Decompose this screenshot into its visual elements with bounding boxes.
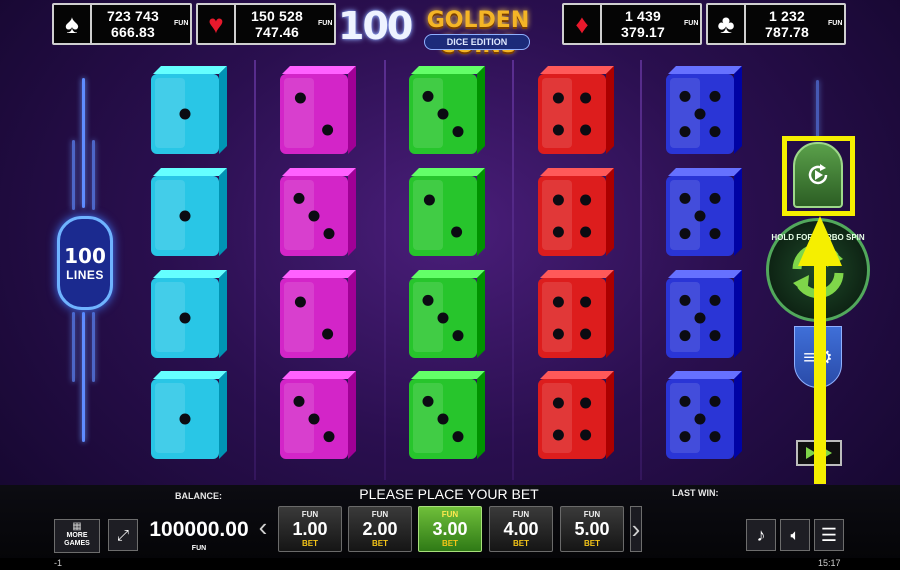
highlight-box bbox=[782, 136, 855, 216]
hamburger-icon: ☰ bbox=[820, 524, 838, 545]
die-face-2 bbox=[278, 270, 364, 360]
annotation-arrow-shaft bbox=[814, 262, 826, 484]
jackpot-spade: ♠ 723 743 666.83 FUN bbox=[52, 3, 192, 45]
die-face-1 bbox=[149, 168, 235, 258]
die-face-3 bbox=[407, 66, 493, 156]
music-note-icon: ♪ bbox=[756, 524, 766, 545]
bet-value: 4.00 bbox=[503, 519, 539, 539]
bet-button-2[interactable]: FUN 2.00 BET bbox=[348, 506, 412, 552]
die-face-3 bbox=[278, 371, 364, 461]
jackpot-club: ♣ 1 232 787.78 FUN bbox=[706, 3, 846, 45]
diamond-icon: ♦ bbox=[564, 5, 602, 43]
bet-label: BET bbox=[372, 539, 388, 548]
jackpot-value: 1 232 787.78 bbox=[764, 8, 810, 40]
fullscreen-icon: ⤢ bbox=[116, 526, 129, 544]
status-time: 15:17 bbox=[818, 558, 841, 568]
bet-fun: FUN bbox=[301, 510, 319, 519]
die-face-4 bbox=[536, 66, 622, 156]
jackpot-diamond: ♦ 1 439 379.17 FUN bbox=[562, 3, 702, 45]
balance-unit: FUN bbox=[191, 545, 207, 552]
die-face-1 bbox=[149, 66, 235, 156]
jackpot-value: 1 439 379.17 bbox=[620, 8, 666, 40]
more-games-button[interactable]: ▦ MORE GAMES bbox=[54, 519, 100, 553]
jackpot-fun: FUN bbox=[174, 20, 189, 27]
jackpot-value: 150 528 747.46 bbox=[250, 8, 303, 40]
neon-line bbox=[92, 312, 95, 382]
neon-line bbox=[92, 140, 95, 210]
bet-button-3[interactable]: FUN 3.00 BET bbox=[418, 506, 482, 552]
lines-count: 100 bbox=[64, 244, 106, 268]
jackpot-fun: FUN bbox=[684, 20, 699, 27]
bet-fun: FUN bbox=[512, 510, 530, 519]
die-face-3 bbox=[407, 371, 493, 461]
annotation-arrow-head bbox=[798, 216, 842, 266]
lines-badge: 100 LINES bbox=[57, 216, 113, 310]
die-face-5 bbox=[664, 66, 750, 156]
bet-fun: FUN bbox=[371, 510, 389, 519]
bet-value: 5.00 bbox=[574, 519, 610, 539]
jackpot-fun: FUN bbox=[318, 20, 333, 27]
fullscreen-button[interactable]: ⤢ bbox=[108, 519, 138, 551]
die-face-4 bbox=[536, 168, 622, 258]
reel-divider bbox=[512, 60, 514, 480]
game-logo: 100 GOLDEN COINS DICE EDITION bbox=[338, 4, 560, 58]
logo-title: GOLDEN COINS bbox=[426, 8, 530, 58]
die-face-5 bbox=[664, 371, 750, 461]
logo-subtitle: DICE EDITION bbox=[424, 34, 530, 50]
bet-button-5[interactable]: FUN 5.00 BET bbox=[560, 506, 624, 552]
bet-next-arrow[interactable]: › bbox=[630, 506, 642, 552]
spade-icon: ♠ bbox=[54, 5, 92, 43]
die-face-4 bbox=[536, 371, 622, 461]
club-icon: ♣ bbox=[708, 5, 746, 43]
bet-prev-arrow[interactable]: ‹ bbox=[256, 512, 270, 543]
neon-line bbox=[816, 80, 819, 140]
music-button[interactable]: ♪ bbox=[746, 519, 776, 551]
bet-message: PLEASE PLACE YOUR BET bbox=[359, 486, 539, 502]
die-face-3 bbox=[278, 168, 364, 258]
more-games-label: MORE GAMES bbox=[64, 532, 90, 547]
grid-icon: ▦ bbox=[72, 521, 82, 532]
bet-label: BET bbox=[513, 539, 529, 548]
status-bar: -1 15:17 bbox=[0, 558, 900, 570]
die-face-3 bbox=[407, 270, 493, 360]
sound-button[interactable]: 🔈︎ bbox=[780, 519, 810, 551]
die-face-2 bbox=[407, 168, 493, 258]
bet-label: BET bbox=[442, 539, 458, 548]
neon-line bbox=[82, 78, 85, 208]
neon-line bbox=[82, 312, 85, 442]
bet-value: 1.00 bbox=[292, 519, 328, 539]
bet-value: 3.00 bbox=[432, 519, 468, 539]
balance-label: BALANCE: bbox=[175, 491, 222, 501]
die-face-5 bbox=[664, 270, 750, 360]
die-face-1 bbox=[149, 270, 235, 360]
jackpot-heart: ♥ 150 528 747.46 FUN bbox=[196, 3, 336, 45]
last-win-label: LAST WIN: bbox=[672, 488, 719, 498]
balance-value: 100000.00 bbox=[149, 518, 249, 541]
reel-divider bbox=[384, 60, 386, 480]
bet-value: 2.00 bbox=[362, 519, 398, 539]
bet-button-4[interactable]: FUN 4.00 BET bbox=[489, 506, 553, 552]
bet-label: BET bbox=[584, 539, 600, 548]
bet-label: BET bbox=[302, 539, 318, 548]
die-face-1 bbox=[149, 371, 235, 461]
heart-icon: ♥ bbox=[198, 5, 236, 43]
lines-label: LINES bbox=[66, 268, 104, 282]
reel-divider bbox=[254, 60, 256, 480]
speaker-icon: 🔈︎ bbox=[790, 526, 800, 544]
reel-divider bbox=[640, 60, 642, 480]
neon-line bbox=[72, 312, 75, 382]
bet-button-1[interactable]: FUN 1.00 BET bbox=[278, 506, 342, 552]
die-face-2 bbox=[278, 66, 364, 156]
bet-fun: FUN bbox=[583, 510, 601, 519]
menu-button[interactable]: ☰ bbox=[814, 519, 844, 551]
jackpot-fun: FUN bbox=[828, 20, 843, 27]
die-face-4 bbox=[536, 270, 622, 360]
die-face-5 bbox=[664, 168, 750, 258]
bet-fun: FUN bbox=[441, 510, 459, 519]
status-left: -1 bbox=[54, 558, 63, 568]
neon-line bbox=[72, 140, 75, 210]
jackpot-value: 723 743 666.83 bbox=[106, 8, 159, 40]
